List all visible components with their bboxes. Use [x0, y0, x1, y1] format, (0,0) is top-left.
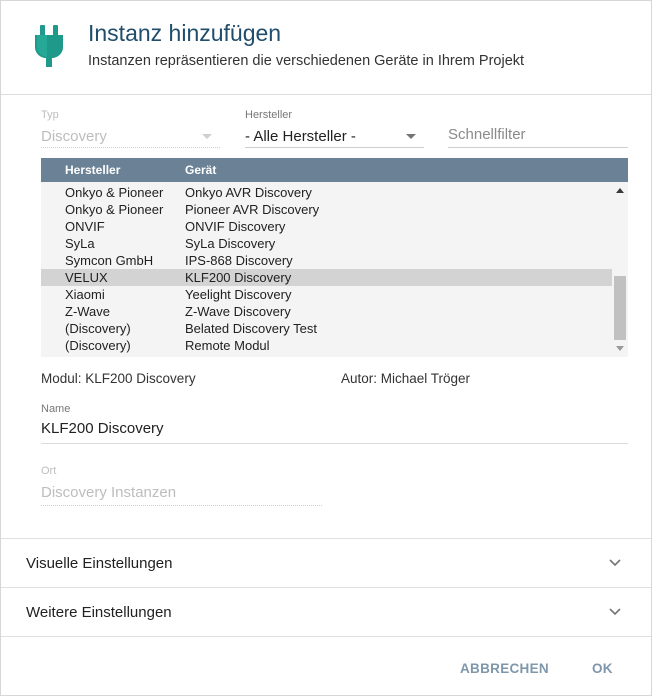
table-row[interactable]: Z-Wave Z-Wave Discovery — [41, 303, 612, 320]
location-value: Discovery Instanzen — [41, 484, 177, 501]
device-table: Hersteller Gerät Onkyo & Pioneer Onkyo AV… — [41, 158, 628, 357]
name-label: Name — [41, 403, 71, 415]
cell-manufacturer: (Discovery) — [65, 338, 131, 353]
ok-button[interactable]: OK — [592, 661, 613, 676]
table-scrollbar[interactable] — [612, 182, 628, 357]
cell-device: Yeelight Discovery — [185, 287, 292, 302]
chevron-down-icon — [609, 608, 621, 616]
column-header-manufacturer[interactable]: Hersteller — [65, 163, 120, 177]
table-row[interactable]: Symcon GmbH IPS-868 Discovery — [41, 252, 612, 269]
name-input[interactable] — [41, 420, 628, 437]
cell-device: Pioneer AVR Discovery — [185, 202, 320, 217]
manufacturer-select-value: - Alle Hersteller - — [245, 128, 356, 145]
chevron-down-icon — [406, 134, 416, 139]
dialog-header: Instanz hinzufügen Instanzen repräsentie… — [1, 1, 651, 95]
manufacturer-label: Hersteller — [245, 109, 293, 121]
type-label: Typ — [41, 109, 59, 121]
table-row[interactable]: (Discovery) Belated Discovery Test — [41, 320, 612, 337]
name-field[interactable] — [41, 420, 628, 444]
table-body: Onkyo & Pioneer Onkyo AVR Discovery Onkyo … — [41, 182, 612, 357]
scroll-up-icon[interactable] — [616, 188, 624, 193]
chevron-down-icon — [609, 559, 621, 567]
dialog-subtitle: Instanzen repräsentieren die verschieden… — [88, 53, 525, 69]
chevron-down-icon — [202, 134, 212, 139]
location-label: Ort — [41, 465, 57, 477]
cell-manufacturer: Xiaomi — [65, 287, 105, 302]
more-settings-label: Weitere Einstellungen — [26, 604, 172, 621]
visual-settings-expander[interactable]: Visuelle Einstellungen — [1, 538, 651, 587]
add-instance-dialog: Instanz hinzufügen Instanzen repräsentie… — [0, 0, 652, 696]
cell-manufacturer: VELUX — [65, 270, 108, 285]
table-row[interactable]: SyLa SyLa Discovery — [41, 235, 612, 252]
cell-device: ONVIF Discovery — [185, 219, 286, 234]
cell-device: SyLa Discovery — [185, 236, 276, 251]
footer-divider — [1, 636, 651, 637]
manufacturer-select[interactable]: - Alle Hersteller - — [245, 122, 424, 148]
table-row[interactable]: (Discovery) Remote Modul — [41, 337, 612, 354]
plug-icon — [35, 25, 63, 67]
cell-manufacturer: Symcon GmbH — [65, 253, 154, 268]
cell-device: IPS-868 Discovery — [185, 253, 293, 268]
cell-device: KLF200 Discovery — [185, 270, 292, 285]
location-field: Discovery Instanzen — [41, 482, 322, 506]
quickfilter-field[interactable] — [448, 122, 628, 148]
table-row[interactable]: ONVIF ONVIF Discovery — [41, 218, 612, 235]
scroll-down-icon[interactable] — [616, 346, 624, 351]
cell-manufacturer: SyLa — [65, 236, 95, 251]
cell-manufacturer: Onkyo & Pioneer — [65, 202, 164, 217]
cell-manufacturer: Z-Wave — [65, 304, 111, 319]
cell-device: Z-Wave Discovery — [185, 304, 291, 319]
visual-settings-label: Visuelle Einstellungen — [26, 555, 173, 572]
table-row[interactable]: Xiaomi Yeelight Discovery — [41, 286, 612, 303]
dialog-title: Instanz hinzufügen — [88, 20, 282, 46]
cell-device: Belated Discovery Test — [185, 321, 317, 336]
table-row[interactable]: Onkyo & Pioneer Onkyo AVR Discovery — [41, 184, 612, 201]
more-settings-expander[interactable]: Weitere Einstellungen — [1, 587, 651, 636]
type-select-value: Discovery — [41, 128, 107, 145]
cancel-button[interactable]: ABBRECHEN — [460, 661, 549, 676]
cell-manufacturer: Onkyo & Pioneer — [65, 185, 164, 200]
table-row[interactable]: Onkyo & Pioneer Pioneer AVR Discovery — [41, 201, 612, 218]
cell-device: Remote Modul — [185, 338, 270, 353]
type-select: Discovery — [41, 122, 220, 148]
table-row[interactable]: VELUX KLF200 Discovery — [41, 269, 612, 286]
column-header-device[interactable]: Gerät — [185, 163, 216, 177]
table-header: Hersteller Gerät — [41, 158, 628, 182]
author-info: Autor: Michael Tröger — [341, 371, 471, 386]
cell-device: Onkyo AVR Discovery — [185, 185, 312, 200]
scrollbar-thumb[interactable] — [614, 276, 626, 340]
quickfilter-input[interactable] — [448, 122, 628, 147]
module-info: Modul: KLF200 Discovery — [41, 371, 196, 386]
cell-manufacturer: (Discovery) — [65, 321, 131, 336]
cell-manufacturer: ONVIF — [65, 219, 105, 234]
